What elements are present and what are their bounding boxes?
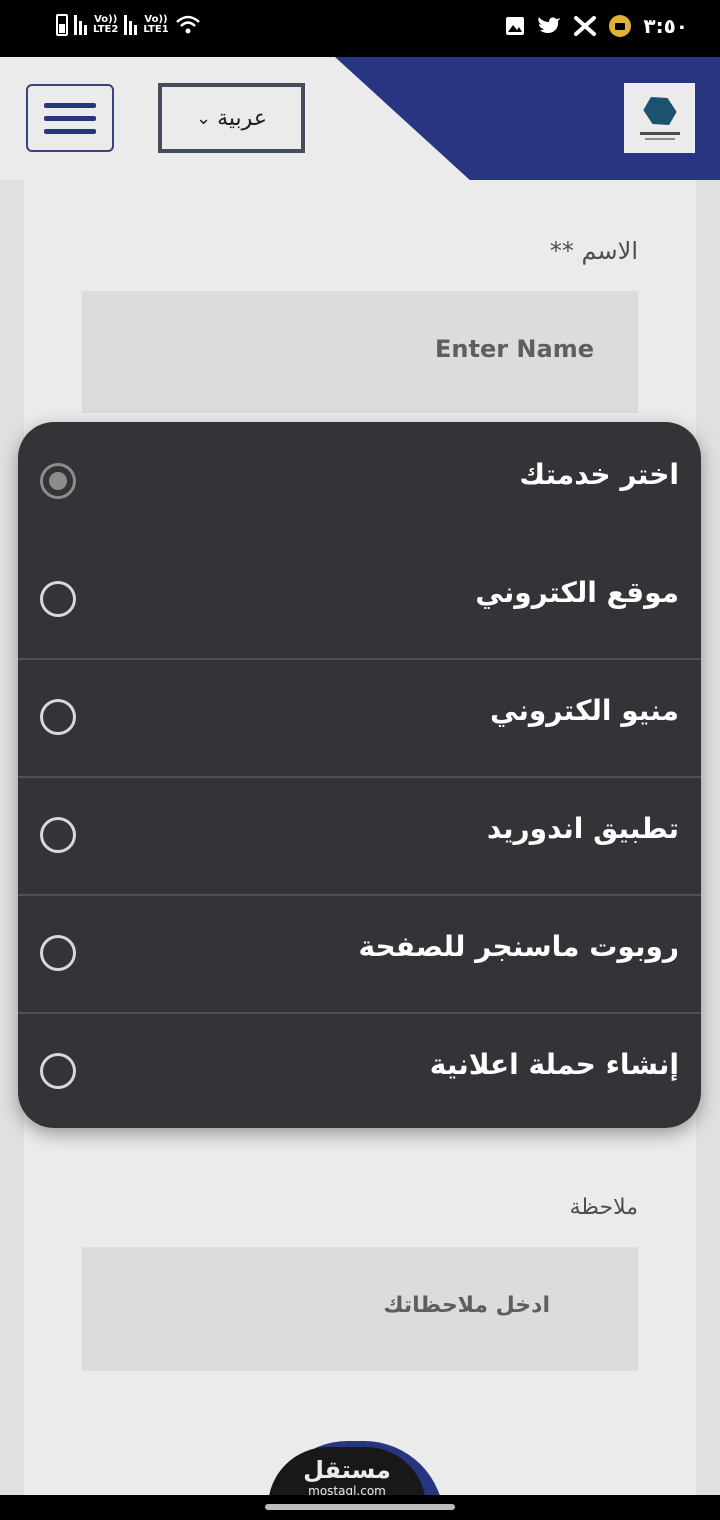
divider [18, 658, 701, 660]
option-label: منيو الكتروني [490, 694, 679, 727]
gallery-icon [506, 17, 525, 35]
notification-icon [609, 15, 632, 37]
radio-icon[interactable] [40, 935, 76, 971]
clock: ٣:٥٠ [643, 14, 688, 38]
option-label: اختر خدمتك [519, 458, 679, 491]
option-website[interactable]: موقع الكتروني [18, 540, 701, 658]
radio-selected-icon[interactable] [40, 463, 76, 499]
option-android-app[interactable]: تطبيق اندوريد [18, 776, 701, 894]
service-select-dialog: اختر خدمتك موقع الكتروني منيو الكتروني ت… [18, 422, 701, 1128]
sim1-network: LTE2 [93, 24, 119, 35]
signal-icon [124, 15, 138, 35]
status-bar: Vo)) LTE2 Vo)) LTE1 ٣:٥٠ [0, 0, 720, 57]
status-left: Vo)) LTE2 Vo)) LTE1 [56, 14, 201, 36]
twitter-icon [538, 17, 561, 33]
battery-icon [56, 14, 68, 36]
option-label: إنشاء حملة اعلانية [429, 1048, 679, 1081]
option-label: موقع الكتروني [475, 576, 679, 609]
option-ad-campaign[interactable]: إنشاء حملة اعلانية [18, 1012, 701, 1128]
radio-icon[interactable] [40, 581, 76, 617]
app-icon [574, 16, 597, 36]
option-label: تطبيق اندوريد [486, 812, 679, 845]
sim1-label: Vo)) LTE2 [93, 15, 118, 35]
divider [18, 1012, 701, 1014]
radio-icon[interactable] [40, 699, 76, 735]
option-label: روبوت ماسنجر للصفحة [358, 930, 679, 963]
navigation-bar [0, 1495, 720, 1520]
status-right: ٣:٥٠ [505, 14, 688, 38]
option-choose-service[interactable]: اختر خدمتك [18, 422, 701, 540]
signal-icon [74, 15, 87, 35]
home-gesture-handle[interactable] [265, 1504, 455, 1510]
sim2-label: Vo)) LTE1 [143, 15, 168, 35]
radio-icon[interactable] [40, 1053, 76, 1089]
option-messenger-bot[interactable]: روبوت ماسنجر للصفحة [18, 894, 701, 1012]
divider [18, 894, 701, 896]
divider [18, 776, 701, 778]
sim2-network: LTE1 [143, 24, 169, 35]
wifi-icon [175, 15, 200, 34]
option-e-menu[interactable]: منيو الكتروني [18, 658, 701, 776]
radio-icon[interactable] [40, 817, 76, 853]
